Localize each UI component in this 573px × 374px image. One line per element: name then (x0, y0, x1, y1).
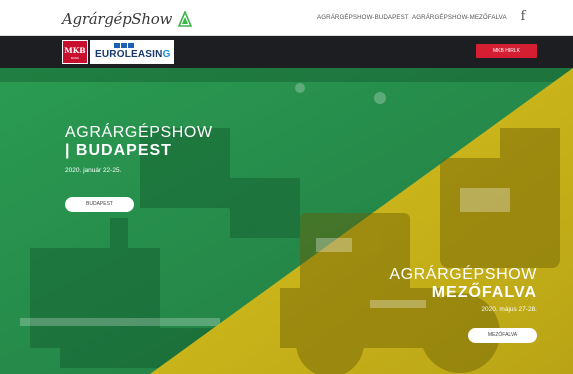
hero-date-mezofalva: 2020. május 27-28. (481, 306, 537, 313)
euroleasing-logo[interactable]: EUROLEASING (90, 40, 174, 64)
hero-title-mezofalva-line1: AGRÁRGÉPSHOW (389, 266, 537, 283)
mkb-logo-subtext: BANK (70, 56, 80, 60)
hero-title-budapest-line1: AGRÁRGÉPSHOW (65, 124, 213, 141)
logo-mark-icon (178, 11, 193, 27)
hero-title-mezofalva-line2: MEZŐFALVA (431, 284, 537, 301)
mkb-logo[interactable]: MKB BANK (62, 40, 88, 64)
hero-date-budapest: 2020. január 22-25. (65, 167, 122, 174)
hero-title-budapest-line2: | BUDAPEST (65, 142, 172, 159)
euroleasing-logo-text: EUROLEASING (95, 49, 171, 60)
hero-banner: AGRÁRGÉPSHOW | BUDAPEST 2020. január 22-… (0, 68, 573, 374)
logo-text: AgrárgépShow (62, 10, 173, 28)
mezofalva-button[interactable]: MEZŐFALVA (468, 328, 537, 343)
euroleasing-mark-icon (114, 43, 134, 48)
nav-link-mezofalva[interactable]: AGRÁRGÉPSHOW-MEZŐFALVA (412, 14, 507, 21)
hero-title-mezofalva: AGRÁRGÉPSHOW MEZŐFALVA (389, 266, 537, 302)
hero-title-budapest: AGRÁRGÉPSHOW | BUDAPEST (65, 124, 213, 160)
mkb-cta-button[interactable]: MKB HIRLK (476, 44, 537, 58)
budapest-button[interactable]: BUDAPEST (65, 197, 134, 212)
agrargepshow-logo[interactable]: AgrárgépShow (62, 9, 193, 29)
mkb-logo-text: MKB (64, 46, 86, 55)
top-navigation-bar: AgrárgépShow AGRÁRGÉPSHOW-BUDAPEST AGRÁR… (0, 0, 573, 36)
facebook-icon[interactable]: f (516, 9, 530, 27)
nav-link-budapest[interactable]: AGRÁRGÉPSHOW-BUDAPEST (317, 14, 409, 21)
